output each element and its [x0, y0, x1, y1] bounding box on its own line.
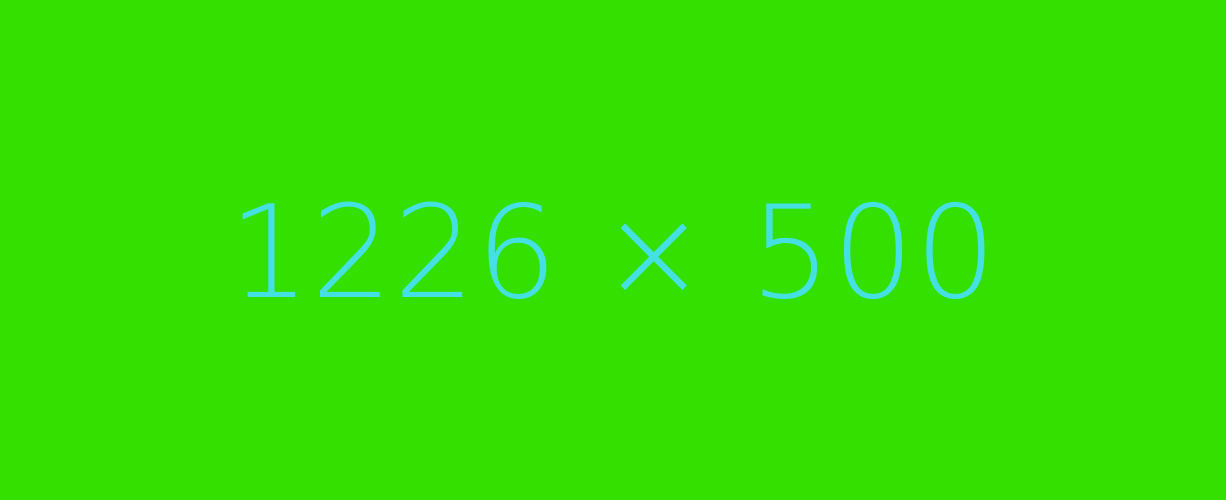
dimensions-label: 1226 × 500: [228, 179, 998, 328]
placeholder-canvas: 1226 × 500: [0, 0, 1226, 500]
